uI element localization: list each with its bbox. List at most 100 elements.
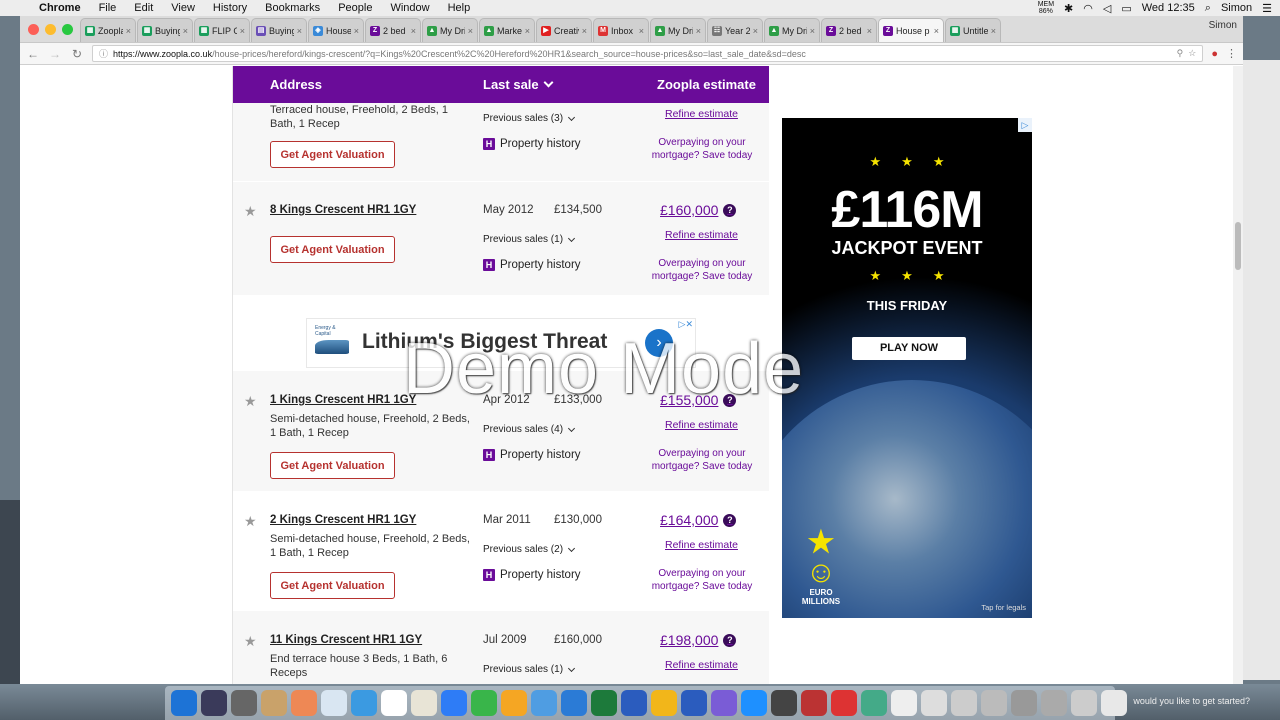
dock-app-icon[interactable] <box>261 690 287 716</box>
dock-app-icon[interactable] <box>741 690 767 716</box>
dock-app-icon[interactable] <box>1101 690 1127 716</box>
dock-app-icon[interactable] <box>771 690 797 716</box>
refine-estimate-link[interactable]: Refine estimate <box>665 659 738 671</box>
property-history-link[interactable]: H Property history <box>483 138 581 150</box>
close-tab-icon[interactable]: × <box>582 26 587 36</box>
dock-app-icon[interactable] <box>471 690 497 716</box>
overpaying-mortgage-link[interactable]: Overpaying on your mortgage? Save today <box>645 136 759 162</box>
notification-center-icon[interactable]: ☰ <box>1262 2 1272 15</box>
overpaying-mortgage-link[interactable]: Overpaying on your mortgage? Save today <box>645 447 759 473</box>
close-tab-icon[interactable]: × <box>991 26 996 36</box>
dock-app-icon[interactable] <box>501 690 527 716</box>
previous-sales-toggle[interactable]: Previous sales (1) <box>483 234 576 245</box>
help-question-icon[interactable]: ? <box>723 633 737 647</box>
favourite-star-icon[interactable]: ★ <box>244 633 257 650</box>
property-address-link[interactable]: 1 Kings Crescent HR1 1GY <box>270 394 416 406</box>
dock-app-icon[interactable] <box>531 690 557 716</box>
zoom-window-button[interactable] <box>62 24 73 35</box>
close-tab-icon[interactable]: × <box>297 26 302 36</box>
help-question-icon[interactable]: ? <box>723 203 737 217</box>
get-agent-valuation-button[interactable]: Get Agent Valuation <box>270 452 395 479</box>
close-tab-icon[interactable]: × <box>240 26 245 36</box>
property-history-link[interactable]: H Property history <box>483 259 581 271</box>
dock-app-icon[interactable] <box>801 690 827 716</box>
volume-icon[interactable]: ◁ <box>1103 2 1111 15</box>
dock-app-icon[interactable] <box>561 690 587 716</box>
previous-sales-toggle[interactable]: Previous sales (2) <box>483 544 576 555</box>
dock-app-icon[interactable] <box>411 690 437 716</box>
menu-help[interactable]: Help <box>439 2 480 14</box>
favourite-star-icon[interactable]: ★ <box>244 393 257 410</box>
property-address-link[interactable]: 2 Kings Crescent HR1 1GY <box>270 514 416 526</box>
zoopla-estimate-value[interactable]: £160,000? <box>660 202 737 218</box>
search-icon[interactable]: ⌕ <box>1205 2 1211 15</box>
url-text[interactable]: https://www.zoopla.co.uk/house-prices/he… <box>113 49 1172 59</box>
close-tab-icon[interactable]: × <box>525 26 530 36</box>
property-address-link[interactable]: 11 Kings Crescent HR1 1GY <box>270 634 422 646</box>
dock-app-icon[interactable] <box>981 690 1007 716</box>
browser-tab[interactable]: Z2 bed bu× <box>365 18 421 42</box>
dock-app-icon[interactable] <box>231 690 257 716</box>
close-tab-icon[interactable]: × <box>354 26 359 36</box>
overpaying-mortgage-link[interactable]: Overpaying on your mortgage? Save today <box>645 567 759 593</box>
clock[interactable]: Wed 12:35 <box>1142 2 1195 14</box>
property-address-link[interactable]: 8 Kings Crescent HR1 1GY <box>270 204 416 216</box>
refine-estimate-link[interactable]: Refine estimate <box>665 108 738 120</box>
forward-icon[interactable]: → <box>48 47 62 61</box>
close-tab-icon[interactable]: × <box>867 26 872 36</box>
dock-app-icon[interactable] <box>861 690 887 716</box>
browser-tab[interactable]: ☷Year 20× <box>707 18 763 42</box>
browser-tab[interactable]: MInbox (4)× <box>593 18 649 42</box>
menu-app-name[interactable]: Chrome <box>30 2 90 14</box>
browser-tab[interactable]: ▲Marketin× <box>479 18 535 42</box>
close-window-button[interactable] <box>28 24 39 35</box>
browser-tab[interactable]: Z2 bed te× <box>821 18 877 42</box>
reload-icon[interactable]: ↻ <box>70 47 84 61</box>
property-history-link[interactable]: H Property history <box>483 449 581 461</box>
dock-app-icon[interactable] <box>171 690 197 716</box>
close-tab-icon[interactable]: × <box>126 26 131 36</box>
browser-tab[interactable]: ▦Buying H× <box>137 18 193 42</box>
dock-app-icon[interactable] <box>201 690 227 716</box>
overpaying-mortgage-link[interactable]: Overpaying on your mortgage? Save today <box>645 257 759 283</box>
address-bar[interactable]: ⓘ https://www.zoopla.co.uk/house-prices/… <box>92 45 1204 62</box>
previous-sales-toggle[interactable]: Previous sales (3) <box>483 113 576 124</box>
get-agent-valuation-button[interactable]: Get Agent Valuation <box>270 236 395 263</box>
wifi-icon[interactable]: ◠ <box>1083 2 1093 15</box>
memory-indicator[interactable]: MEM 86% <box>1038 1 1054 15</box>
bluetooth-icon[interactable]: ✱ <box>1064 2 1073 15</box>
dock-app-icon[interactable] <box>891 690 917 716</box>
refine-estimate-link[interactable]: Refine estimate <box>665 229 738 241</box>
dock-app-icon[interactable] <box>321 690 347 716</box>
help-question-icon[interactable]: ? <box>723 513 737 527</box>
browser-tab[interactable]: ▶Creative× <box>536 18 592 42</box>
property-history-link[interactable]: H Property history <box>483 569 581 581</box>
get-agent-valuation-button[interactable]: Get Agent Valuation <box>270 572 395 599</box>
close-tab-icon[interactable]: × <box>639 26 644 36</box>
adchoices-icon[interactable]: ▷ <box>1018 118 1032 132</box>
close-tab-icon[interactable]: × <box>183 26 188 36</box>
bookmark-star-icon[interactable]: ☆ <box>1188 48 1196 59</box>
favourite-star-icon[interactable]: ★ <box>244 203 257 220</box>
menu-history[interactable]: History <box>204 2 256 14</box>
dock-app-icon[interactable] <box>831 690 857 716</box>
back-icon[interactable]: ← <box>26 47 40 61</box>
zoopla-estimate-value[interactable]: £164,000? <box>660 512 737 528</box>
zoopla-estimate-value[interactable]: £198,000? <box>660 632 737 648</box>
close-tab-icon[interactable]: × <box>753 26 758 36</box>
browser-tab[interactable]: ◈House P× <box>308 18 364 42</box>
battery-icon[interactable]: ▭ <box>1121 2 1131 15</box>
dock-app-icon[interactable] <box>441 690 467 716</box>
dock-app-icon[interactable] <box>711 690 737 716</box>
browser-tab[interactable]: ▦Untitled× <box>945 18 1001 42</box>
favourite-star-icon[interactable]: ★ <box>244 513 257 530</box>
previous-sales-toggle[interactable]: Previous sales (4) <box>483 424 576 435</box>
refine-estimate-link[interactable]: Refine estimate <box>665 539 738 551</box>
dock-app-icon[interactable] <box>1071 690 1097 716</box>
user-name[interactable]: Simon <box>1221 2 1252 14</box>
browser-tab[interactable]: ▤Buying H× <box>251 18 307 42</box>
legals-link[interactable]: Tap for legals <box>981 603 1026 612</box>
zoom-icon[interactable]: ⚲ <box>1177 48 1184 59</box>
scrollbar-thumb[interactable] <box>1235 222 1241 270</box>
page-scrollbar[interactable] <box>1233 66 1243 684</box>
